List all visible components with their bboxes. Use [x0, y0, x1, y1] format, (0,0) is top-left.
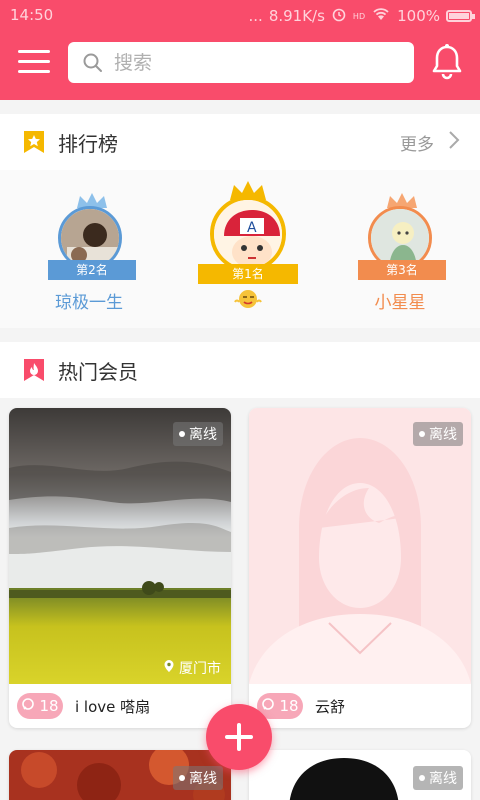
search-icon: [82, 52, 104, 74]
search-box[interactable]: [68, 42, 414, 83]
app-header: [0, 30, 480, 100]
section-title: 排行榜: [58, 131, 118, 156]
status-time: 14:50: [10, 6, 54, 24]
online-status-badge: 离线: [173, 766, 223, 790]
menu-line: [18, 60, 50, 63]
add-button[interactable]: [206, 704, 272, 770]
menu-button[interactable]: [18, 50, 50, 78]
status-label: 离线: [189, 427, 217, 443]
search-input[interactable]: [114, 51, 394, 74]
hot-members-header: 热门会员: [0, 342, 480, 398]
menu-line: [18, 70, 50, 73]
more-label: 更多: [400, 135, 434, 155]
likes-count: 18: [39, 697, 59, 715]
member-name: 云舒: [315, 697, 346, 716]
status-bar: 14:50 ... 8.91K/s HD 100%: [0, 0, 480, 30]
likes-badge[interactable]: 18: [17, 693, 63, 719]
star-icon: [22, 130, 46, 154]
section-title: 热门会员: [58, 359, 138, 384]
ranking-area: 第2名 琼极一生 A 第1名 第3名 小星星: [0, 170, 480, 328]
network-speed: 8.91K/s: [268, 7, 325, 25]
alarm-icon: [331, 6, 347, 26]
leaderboard-header: 排行榜 更多: [0, 114, 480, 170]
plus-icon: [223, 721, 255, 757]
rank-ribbon: 第3名: [358, 260, 446, 280]
status-label: 离线: [189, 771, 217, 787]
location-tag: 厦门市: [163, 658, 221, 678]
chevron-right-icon: [448, 130, 460, 155]
location-label: 厦门市: [179, 661, 221, 677]
likes-count: 18: [279, 697, 299, 715]
rank-ribbon: 第1名: [198, 264, 298, 284]
member-card[interactable]: 离线: [249, 750, 471, 800]
flame-icon: [22, 358, 46, 382]
member-photo: [249, 408, 471, 684]
ranker-name: 琼极一生: [55, 293, 123, 313]
status-dot: [179, 431, 185, 437]
status-label: 离线: [429, 771, 457, 787]
status-dot: [419, 431, 425, 437]
rank-ribbon: 第2名: [48, 260, 136, 280]
wifi-icon: [371, 6, 391, 26]
svg-text:A: A: [247, 220, 257, 236]
ranker-name: 小星星: [374, 293, 426, 313]
status-dot: [179, 775, 185, 781]
card-footer: 18 i love 嗒扇: [9, 684, 231, 728]
location-pin-icon: [163, 659, 175, 677]
member-card[interactable]: 离线 18 云舒: [249, 408, 471, 728]
more-link[interactable]: 更多: [400, 130, 460, 155]
status-dot: [419, 775, 425, 781]
online-status-badge: 离线: [173, 422, 223, 446]
member-card[interactable]: 离线: [9, 750, 231, 800]
heart-outline-icon: [21, 697, 35, 715]
card-footer: 18 云舒: [249, 684, 471, 728]
status-dots: ...: [248, 7, 263, 25]
member-card[interactable]: 离线 厦门市 18 i love 嗒扇: [9, 408, 231, 728]
hd-badge: HD: [352, 11, 366, 21]
online-status-badge: 离线: [413, 422, 463, 446]
avatar: A: [210, 196, 286, 272]
online-status-badge: 离线: [413, 766, 463, 790]
battery-icon: [446, 10, 475, 22]
menu-line: [18, 50, 50, 53]
notification-bell-icon[interactable]: [430, 43, 464, 81]
status-indicators: ... 8.91K/s HD 100%: [248, 6, 475, 26]
member-photo: [9, 408, 231, 684]
heart-outline-icon: [261, 697, 275, 715]
member-name: i love 嗒扇: [75, 697, 151, 716]
status-label: 离线: [429, 427, 457, 443]
ranker-emoji-icon: [233, 288, 263, 314]
battery-percent: 100%: [397, 7, 440, 25]
